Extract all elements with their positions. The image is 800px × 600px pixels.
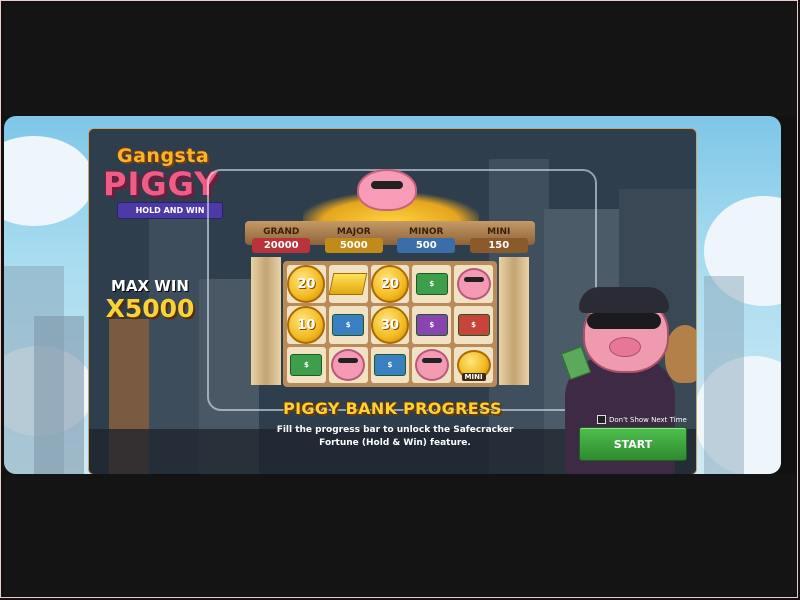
reel-cell: $ — [412, 265, 452, 303]
cash-stack-icon: $ — [415, 273, 448, 295]
reel-cell: $ — [287, 347, 326, 383]
reel-cell: 20 — [287, 265, 326, 303]
coin-symbol-icon: 20 — [370, 265, 409, 303]
jackpot-grand: GRAND 20000 — [252, 227, 311, 253]
jackpot-label: MINI — [487, 227, 511, 237]
jackpot-label: GRAND — [263, 227, 300, 237]
pig-gangster-symbol-icon — [414, 349, 449, 381]
reel-cell: $ — [454, 306, 493, 344]
max-win-badge: MAX WIN X5000 — [95, 277, 205, 323]
jackpot-major: MAJOR 5000 — [324, 227, 383, 253]
piggy-bank-building: GRAND 20000 MAJOR 5000 MINOR 500 MINI 15… — [245, 169, 535, 387]
pig-gangster-symbol-icon — [331, 349, 366, 381]
pillar-left — [251, 257, 281, 385]
jackpot-row: GRAND 20000 MAJOR 5000 MINOR 500 MINI 15… — [245, 227, 535, 253]
cash-stack-icon: $ — [290, 354, 323, 376]
feature-description: Fill the progress bar to unlock the Safe… — [276, 425, 514, 448]
reel-cell: 30 — [370, 306, 410, 344]
reel-cell: $ — [412, 306, 452, 344]
game-window: Gangsta PIGGY HOLD AND WIN MAX WIN X5000… — [4, 116, 781, 474]
bottom-letterbox — [4, 474, 796, 596]
piggy-bank-icon — [357, 169, 417, 211]
logo-title-piggy: PIGGY — [103, 165, 219, 203]
pillar-right — [499, 257, 529, 385]
cash-stack-icon: $ — [415, 314, 448, 336]
dont-show-toggle[interactable]: Don't Show Next Time — [597, 415, 687, 424]
reel-cell: MINI — [454, 347, 493, 383]
gangster-cap — [579, 287, 669, 313]
jackpot-value: 20000 — [252, 238, 311, 253]
reel-cell — [454, 265, 493, 303]
jackpot-label: MINOR — [409, 227, 444, 237]
jackpot-minor: MINOR 500 — [397, 227, 456, 253]
checkbox-icon[interactable] — [597, 415, 606, 424]
intro-dialog: Gangsta PIGGY HOLD AND WIN MAX WIN X5000… — [88, 128, 697, 474]
cash-stack-icon: $ — [373, 354, 406, 376]
reel-cell: 10 — [287, 306, 326, 344]
reel-grid: 20 20 $10 $30 $ $ $ $ MINI — [283, 261, 497, 387]
reel-cell — [412, 347, 452, 383]
max-win-label: MAX WIN — [110, 277, 189, 295]
pig-gangster-symbol-icon — [456, 268, 491, 300]
jackpot-value: 150 — [469, 238, 528, 253]
mini-tag: MINI — [461, 373, 486, 381]
jackpot-value: 500 — [397, 238, 456, 253]
max-win-value: X5000 — [105, 294, 195, 323]
coin-symbol-icon: 30 — [370, 306, 409, 344]
logo-title-gangsta: Gangsta — [117, 145, 210, 167]
money-bag-icon — [665, 325, 696, 383]
reel-cell: $ — [370, 347, 410, 383]
coin-symbol-icon: 10 — [287, 306, 326, 344]
reel-cell — [328, 347, 368, 383]
reel-cell: 20 — [370, 265, 410, 303]
jackpot-mini: MINI 150 — [469, 227, 528, 253]
cash-stack-icon: $ — [332, 314, 365, 336]
jackpot-label: MAJOR — [336, 227, 371, 237]
top-letterbox — [4, 4, 796, 116]
gold-bar-icon — [328, 273, 368, 295]
cash-stack-icon: $ — [457, 314, 490, 336]
dont-show-label: Don't Show Next Time — [609, 415, 687, 424]
gangster-snout — [609, 337, 641, 357]
coin-symbol-icon: 20 — [287, 265, 326, 303]
jackpot-value: 5000 — [324, 238, 383, 253]
gangster-mask — [587, 313, 661, 329]
start-button[interactable]: START — [579, 427, 687, 461]
reel-cell — [328, 265, 368, 303]
reel-cell: $ — [328, 306, 368, 344]
